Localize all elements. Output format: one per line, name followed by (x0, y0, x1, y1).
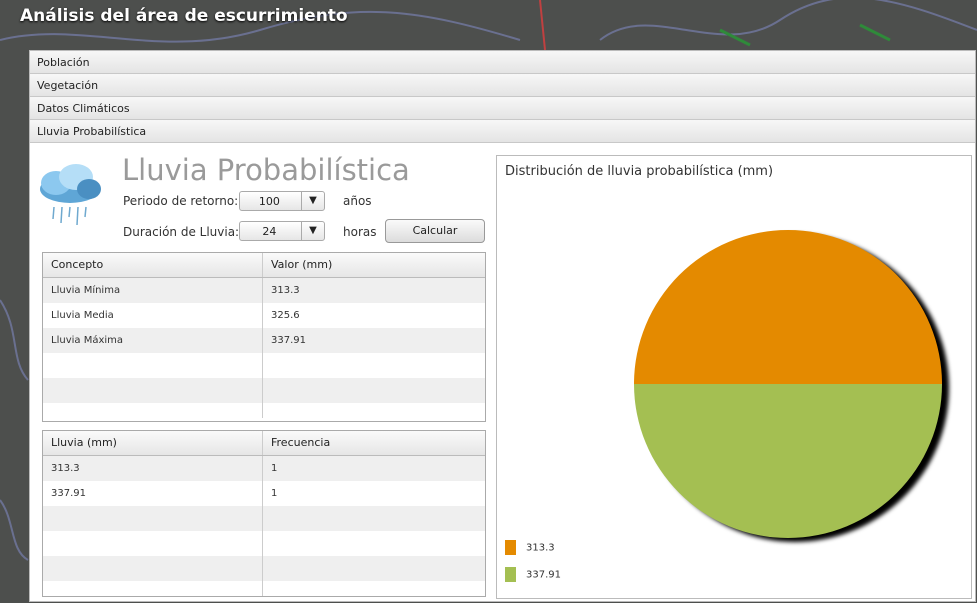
legend-label: 313.3 (526, 542, 555, 554)
empty-row (43, 581, 485, 596)
column-header[interactable]: Lluvia (mm) (43, 431, 263, 455)
table-row[interactable]: Lluvia Media 325.6 (43, 303, 485, 328)
chevron-down-icon[interactable]: ▼ (301, 222, 324, 240)
empty-row (43, 506, 485, 531)
accordion-poblacion[interactable]: Población (30, 51, 975, 74)
empty-row (43, 556, 485, 581)
table-row[interactable]: 313.3 1 (43, 456, 485, 481)
duracion-label: Duración de Lluvia: (123, 225, 240, 239)
cell-valor: 325.6 (271, 310, 300, 321)
main-panel: Población Vegetación Datos Climáticos Ll… (29, 50, 976, 602)
table-row[interactable]: 337.91 1 (43, 481, 485, 506)
pie-slice-1[interactable] (634, 384, 942, 538)
cell-valor: 337.91 (271, 335, 306, 346)
table-row[interactable]: Lluvia Mínima 313.3 (43, 278, 485, 303)
table-header: Lluvia (mm) Frecuencia (43, 431, 485, 456)
periodo-value: 100 (258, 195, 280, 208)
table-body: Lluvia Mínima 313.3 Lluvia Media 325.6 L… (43, 278, 485, 418)
resumen-table: Concepto Valor (mm) Lluvia Mínima 313.3 … (42, 252, 486, 422)
cell-concepto: Lluvia Media (43, 303, 263, 328)
pie-chart-panel: Distribución de lluvia probabilística (m… (496, 155, 972, 599)
legend-swatch-0 (505, 540, 516, 555)
column-header[interactable]: Valor (mm) (263, 253, 485, 277)
duracion-value: 24 (262, 225, 277, 238)
window-title: Análisis del área de escurrimiento (20, 6, 348, 26)
empty-row (43, 531, 485, 556)
table-header: Concepto Valor (mm) (43, 253, 485, 278)
column-header[interactable]: Concepto (43, 253, 263, 277)
cell-frecuencia: 1 (271, 488, 278, 499)
empty-row (43, 353, 485, 378)
periodo-unit: años (343, 194, 372, 208)
accordion-vegetacion[interactable]: Vegetación (30, 74, 975, 97)
duracion-select[interactable]: 24 ▼ (239, 221, 325, 241)
lluvia-content: Lluvia Probabilística Periodo de retorno… (30, 149, 975, 601)
table-row[interactable]: Lluvia Máxima 337.91 (43, 328, 485, 353)
cell-frecuencia: 1 (271, 463, 278, 474)
table-body: 313.3 1 337.91 1 (43, 456, 485, 596)
accordion-lluvia-probabilistica[interactable]: Lluvia Probabilística (30, 120, 975, 143)
cell-lluvia: 313.3 (43, 456, 263, 481)
calcular-button[interactable]: Calcular (385, 219, 485, 243)
legend-label: 337.91 (526, 569, 561, 581)
pie-chart (634, 230, 949, 542)
column-header[interactable]: Frecuencia (263, 431, 485, 455)
rain-cloud-icon (40, 164, 101, 226)
periodo-label: Periodo de retorno: (123, 194, 239, 208)
empty-row (43, 403, 485, 418)
legend-item-0[interactable]: 313.3 (505, 540, 555, 555)
periodo-select[interactable]: 100 ▼ (239, 191, 325, 211)
pie-slice-0[interactable] (634, 230, 942, 384)
frecuencia-table: Lluvia (mm) Frecuencia 313.3 1 337.91 1 (42, 430, 486, 597)
accordion-datos-climaticos[interactable]: Datos Climáticos (30, 97, 975, 120)
cell-valor: 313.3 (271, 285, 300, 296)
empty-row (43, 378, 485, 403)
section-title: Lluvia Probabilística (122, 153, 410, 187)
legend-swatch-1 (505, 567, 516, 582)
cell-concepto: Lluvia Máxima (43, 328, 263, 353)
duracion-unit: horas (343, 225, 377, 239)
cell-lluvia: 337.91 (43, 481, 263, 506)
cell-concepto: Lluvia Mínima (43, 278, 263, 303)
chevron-down-icon[interactable]: ▼ (301, 192, 324, 210)
legend-item-1[interactable]: 337.91 (505, 567, 561, 582)
